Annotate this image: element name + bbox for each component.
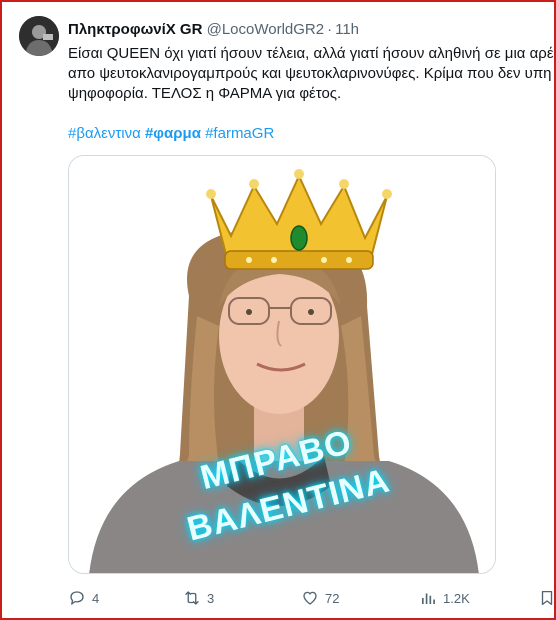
tweet-text-line: απο ψευτοκλανιρογαμπρούς και ψευτοκλαριν…: [68, 65, 552, 82]
tweet-actions-bar: 4 3 72 1.2K: [68, 588, 554, 608]
retweet-icon: [185, 591, 199, 605]
reply-button[interactable]: 4: [68, 588, 99, 608]
like-button[interactable]: 72: [301, 588, 339, 608]
hashtag-link[interactable]: #farmaGR: [205, 125, 274, 142]
retweet-button[interactable]: 3: [183, 588, 214, 608]
tweet-timestamp[interactable]: 11h: [335, 21, 359, 38]
avatar[interactable]: [19, 16, 59, 56]
bookmark-icon: [541, 590, 553, 606]
retweet-count: 3: [207, 590, 215, 606]
like-count: 72: [325, 590, 340, 606]
author-handle[interactable]: @LocoWorldGR2: [207, 21, 325, 38]
hashtag-row: #βαλεντινα #φαρμα #farmaGR: [68, 124, 274, 144]
shirt-shape: [89, 461, 479, 573]
hashtag-link[interactable]: #βαλεντινα: [68, 125, 141, 142]
like-icon: [303, 591, 317, 605]
reply-icon: [70, 591, 84, 605]
reply-count: 4: [92, 590, 100, 606]
views-icon: [422, 593, 435, 604]
bookmark-button[interactable]: [538, 588, 556, 608]
separator-dot: ·: [327, 21, 333, 38]
views-count: 1.2K: [443, 590, 470, 606]
tweet-text: Είσαι QUEEN όχι γιατί ήσουν τέλεια, αλλά…: [68, 44, 556, 104]
hashtag-link[interactable]: #φαρμα: [145, 125, 201, 142]
views-button[interactable]: 1.2K: [419, 588, 470, 608]
tweet-media-image[interactable]: ΜΠΡΑΒΟ ΒΑΛΕΝΤΙΝΑ: [68, 155, 496, 574]
tweet-header: ΠληκτροφωνίΧ GR @LocoWorldGR2 · 11h: [68, 20, 359, 40]
author-name[interactable]: ΠληκτροφωνίΧ GR: [68, 21, 202, 38]
tweet-text-line: ψηφοφορία. ΤΕΛΟΣ η ΦΑΡΜΑ για φέτος.: [68, 85, 342, 102]
tweet-text-line: Είσαι QUEEN όχι γιατί ήσουν τέλεια, αλλά…: [68, 45, 554, 62]
